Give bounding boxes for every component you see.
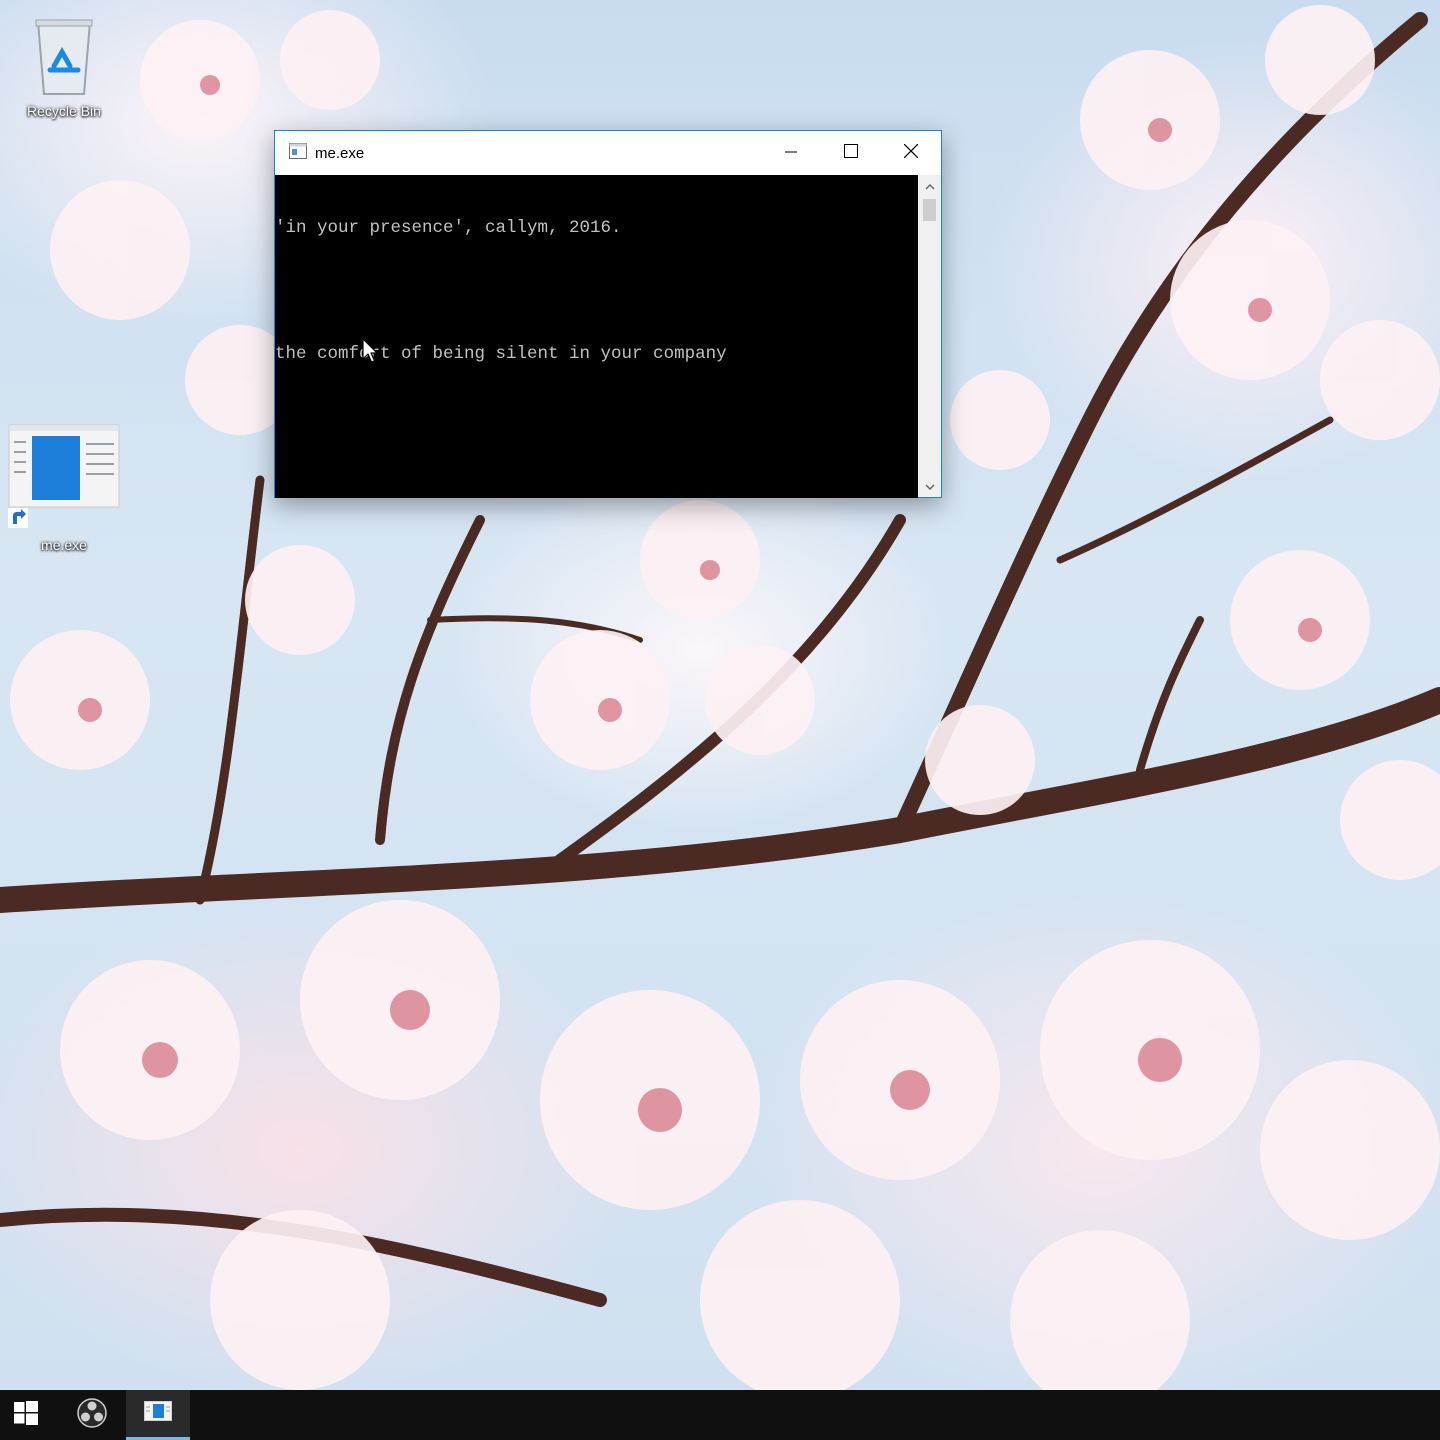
chevron-up-icon [925,177,935,195]
console-window[interactable]: me.exe 'in your presence', callym, 2016.… [274,130,942,498]
minimize-button[interactable] [761,131,821,175]
start-button[interactable] [0,1390,52,1440]
recycle-bin-icon [24,19,104,101]
maximize-button[interactable] [821,131,881,175]
scroll-thumb[interactable] [923,199,936,221]
taskbar [0,1390,1440,1440]
desktop-icon-me-exe[interactable]: me.exe [8,424,120,553]
window-titlebar[interactable]: me.exe [275,131,941,175]
scroll-down-button[interactable] [918,475,941,497]
windows-start-icon [14,1400,38,1430]
console-app-icon [289,143,307,163]
maximize-icon [844,144,858,162]
console-output[interactable]: 'in your presence', callym, 2016. the co… [275,175,918,498]
obs-icon [77,1397,107,1433]
desktop-icon-recycle-bin[interactable]: Recycle Bin [8,14,120,119]
recycle-bin-label: Recycle Bin [27,103,101,119]
close-icon [903,143,919,162]
minimize-icon [785,145,797,162]
vertical-scrollbar[interactable] [918,175,941,497]
window-title: me.exe [315,144,365,162]
chevron-down-icon [925,477,935,495]
close-button[interactable] [881,131,941,175]
taskbar-me-exe[interactable] [126,1390,190,1440]
scroll-up-button[interactable] [918,175,941,197]
mouse-cursor-icon [362,338,378,369]
taskbar-obs[interactable] [62,1390,122,1440]
console-line: 'in your presence', callym, 2016. [275,218,622,238]
taskbar-app-icon [144,1401,172,1426]
app-shortcut-icon [8,424,120,531]
me-exe-label: me.exe [41,537,87,553]
